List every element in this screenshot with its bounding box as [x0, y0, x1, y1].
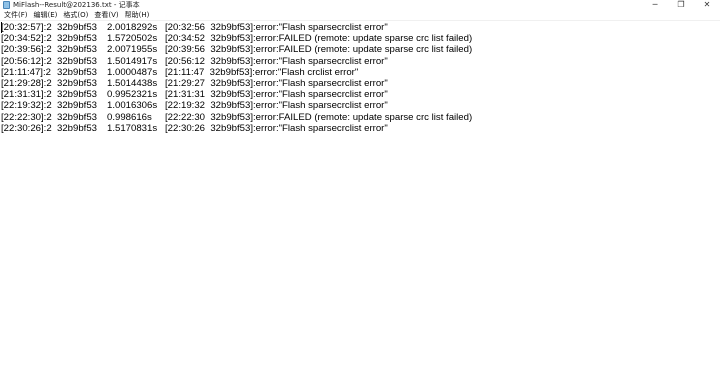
line-time: [20:56:12]:2: [1, 55, 52, 67]
line-msg: [20:39:56 32b9bf53]:error:FAILED (remote…: [165, 44, 473, 56]
window-title: MiFlash--Result@202136.txt - 记事本: [13, 1, 140, 9]
line-time: [20:34:52]:2: [1, 33, 52, 45]
text-caret: [1, 22, 2, 33]
line-serial: 32b9bf53: [57, 44, 98, 56]
line-serial: 32b9bf53: [57, 33, 98, 45]
close-button[interactable]: ✕: [694, 0, 720, 10]
line-msg: [22:22:30 32b9bf53]:error:FAILED (remote…: [165, 111, 473, 123]
line-serial: 32b9bf53: [57, 22, 98, 33]
line-msg: [21:31:31 32b9bf53]:error:"Flash sparsec…: [165, 89, 388, 101]
line-duration: 1.0016306s: [107, 100, 158, 112]
maximize-button[interactable]: ❐: [668, 0, 694, 10]
text-line[interactable]: [20:56:12]:2 32b9bf53 1.5014917s [20:56:12 …: [0, 56, 720, 67]
menu-file[interactable]: 文件(F): [0, 10, 31, 20]
line-time: [20:32:57]:2: [1, 22, 52, 33]
line-duration: 2.0018292s: [107, 22, 158, 33]
text-line[interactable]: [21:31:31]:2 32b9bf53 0.9952321s [21:31:31 …: [0, 89, 720, 100]
line-msg: [22:30:26 32b9bf53]:error:"Flash sparsec…: [165, 122, 388, 134]
line-serial: 32b9bf53: [57, 122, 98, 134]
menu-format[interactable]: 格式(O): [60, 10, 91, 20]
menu-view[interactable]: 查看(V): [91, 10, 121, 20]
line-duration: 1.5720502s: [107, 33, 158, 45]
line-serial: 32b9bf53: [57, 66, 98, 78]
minimize-button[interactable]: ─: [642, 0, 668, 10]
line-duration: 1.0000487s: [107, 66, 158, 78]
line-time: [22:19:32]:2: [1, 100, 52, 112]
text-line[interactable]: [21:11:47]:2 32b9bf53 1.0000487s [21:11:47 …: [0, 67, 720, 78]
line-serial: 32b9bf53: [57, 78, 98, 89]
line-duration: 1.5170831s: [107, 122, 158, 134]
line-duration: 0.998616s: [107, 111, 152, 123]
menu-edit[interactable]: 编辑(E): [31, 10, 61, 20]
line-msg: [21:11:47 32b9bf53]:error:"Flash crclist…: [165, 66, 359, 78]
text-line[interactable]: [22:19:32]:2 32b9bf53 1.0016306s [22:19:32 …: [0, 100, 720, 111]
notepad-icon: [3, 1, 10, 9]
line-time: [21:31:31]:2: [1, 89, 52, 101]
title-bar[interactable]: MiFlash--Result@202136.txt - 记事本 ─ ❐ ✕: [0, 0, 720, 10]
line-duration: 0.9952321s: [107, 89, 158, 101]
line-serial: 32b9bf53: [57, 89, 98, 101]
line-time: [22:30:26]:2: [1, 122, 52, 134]
line-msg: [20:34:52 32b9bf53]:error:FAILED (remote…: [165, 33, 473, 45]
text-line[interactable]: [20:32:57]:2 32b9bf53 2.0018292s [20:32:56 …: [0, 22, 720, 33]
line-duration: 1.5014438s: [107, 78, 158, 89]
window-controls: ─ ❐ ✕: [642, 0, 720, 10]
text-line[interactable]: [20:34:52]:2 32b9bf53 1.5720502s [20:34:52 …: [0, 33, 720, 44]
line-serial: 32b9bf53: [57, 111, 98, 123]
line-serial: 32b9bf53: [57, 55, 98, 67]
line-msg: [20:32:56 32b9bf53]:error:"Flash sparsec…: [165, 22, 388, 33]
menu-help[interactable]: 帮助(H): [122, 10, 153, 20]
line-duration: 2.0071955s: [107, 44, 158, 56]
line-time: [21:11:47]:2: [1, 66, 51, 78]
line-time: [21:29:28]:2: [1, 78, 52, 89]
line-msg: [21:29:27 32b9bf53]:error:"Flash sparsec…: [165, 78, 388, 89]
text-line[interactable]: [22:30:26]:2 32b9bf53 1.5170831s [22:30:26 …: [0, 123, 720, 134]
text-line[interactable]: [21:29:28]:2 32b9bf53 1.5014438s [21:29:27 …: [0, 78, 720, 89]
text-editor[interactable]: [20:32:57]:2 32b9bf53 2.0018292s [20:32:56 …: [0, 20, 720, 381]
line-time: [20:39:56]:2: [1, 44, 52, 56]
line-msg: [20:56:12 32b9bf53]:error:"Flash sparsec…: [165, 55, 388, 67]
text-line[interactable]: [20:39:56]:2 32b9bf53 2.0071955s [20:39:56 …: [0, 44, 720, 55]
menu-bar: 文件(F) 编辑(E) 格式(O) 查看(V) 帮助(H): [0, 10, 720, 20]
line-time: [22:22:30]:2: [1, 111, 52, 123]
line-msg: [22:19:32 32b9bf53]:error:"Flash sparsec…: [165, 100, 388, 112]
line-duration: 1.5014917s: [107, 55, 158, 67]
text-line[interactable]: [22:22:30]:2 32b9bf53 0.998616s [22:22:30 3…: [0, 112, 720, 123]
line-serial: 32b9bf53: [57, 100, 98, 112]
